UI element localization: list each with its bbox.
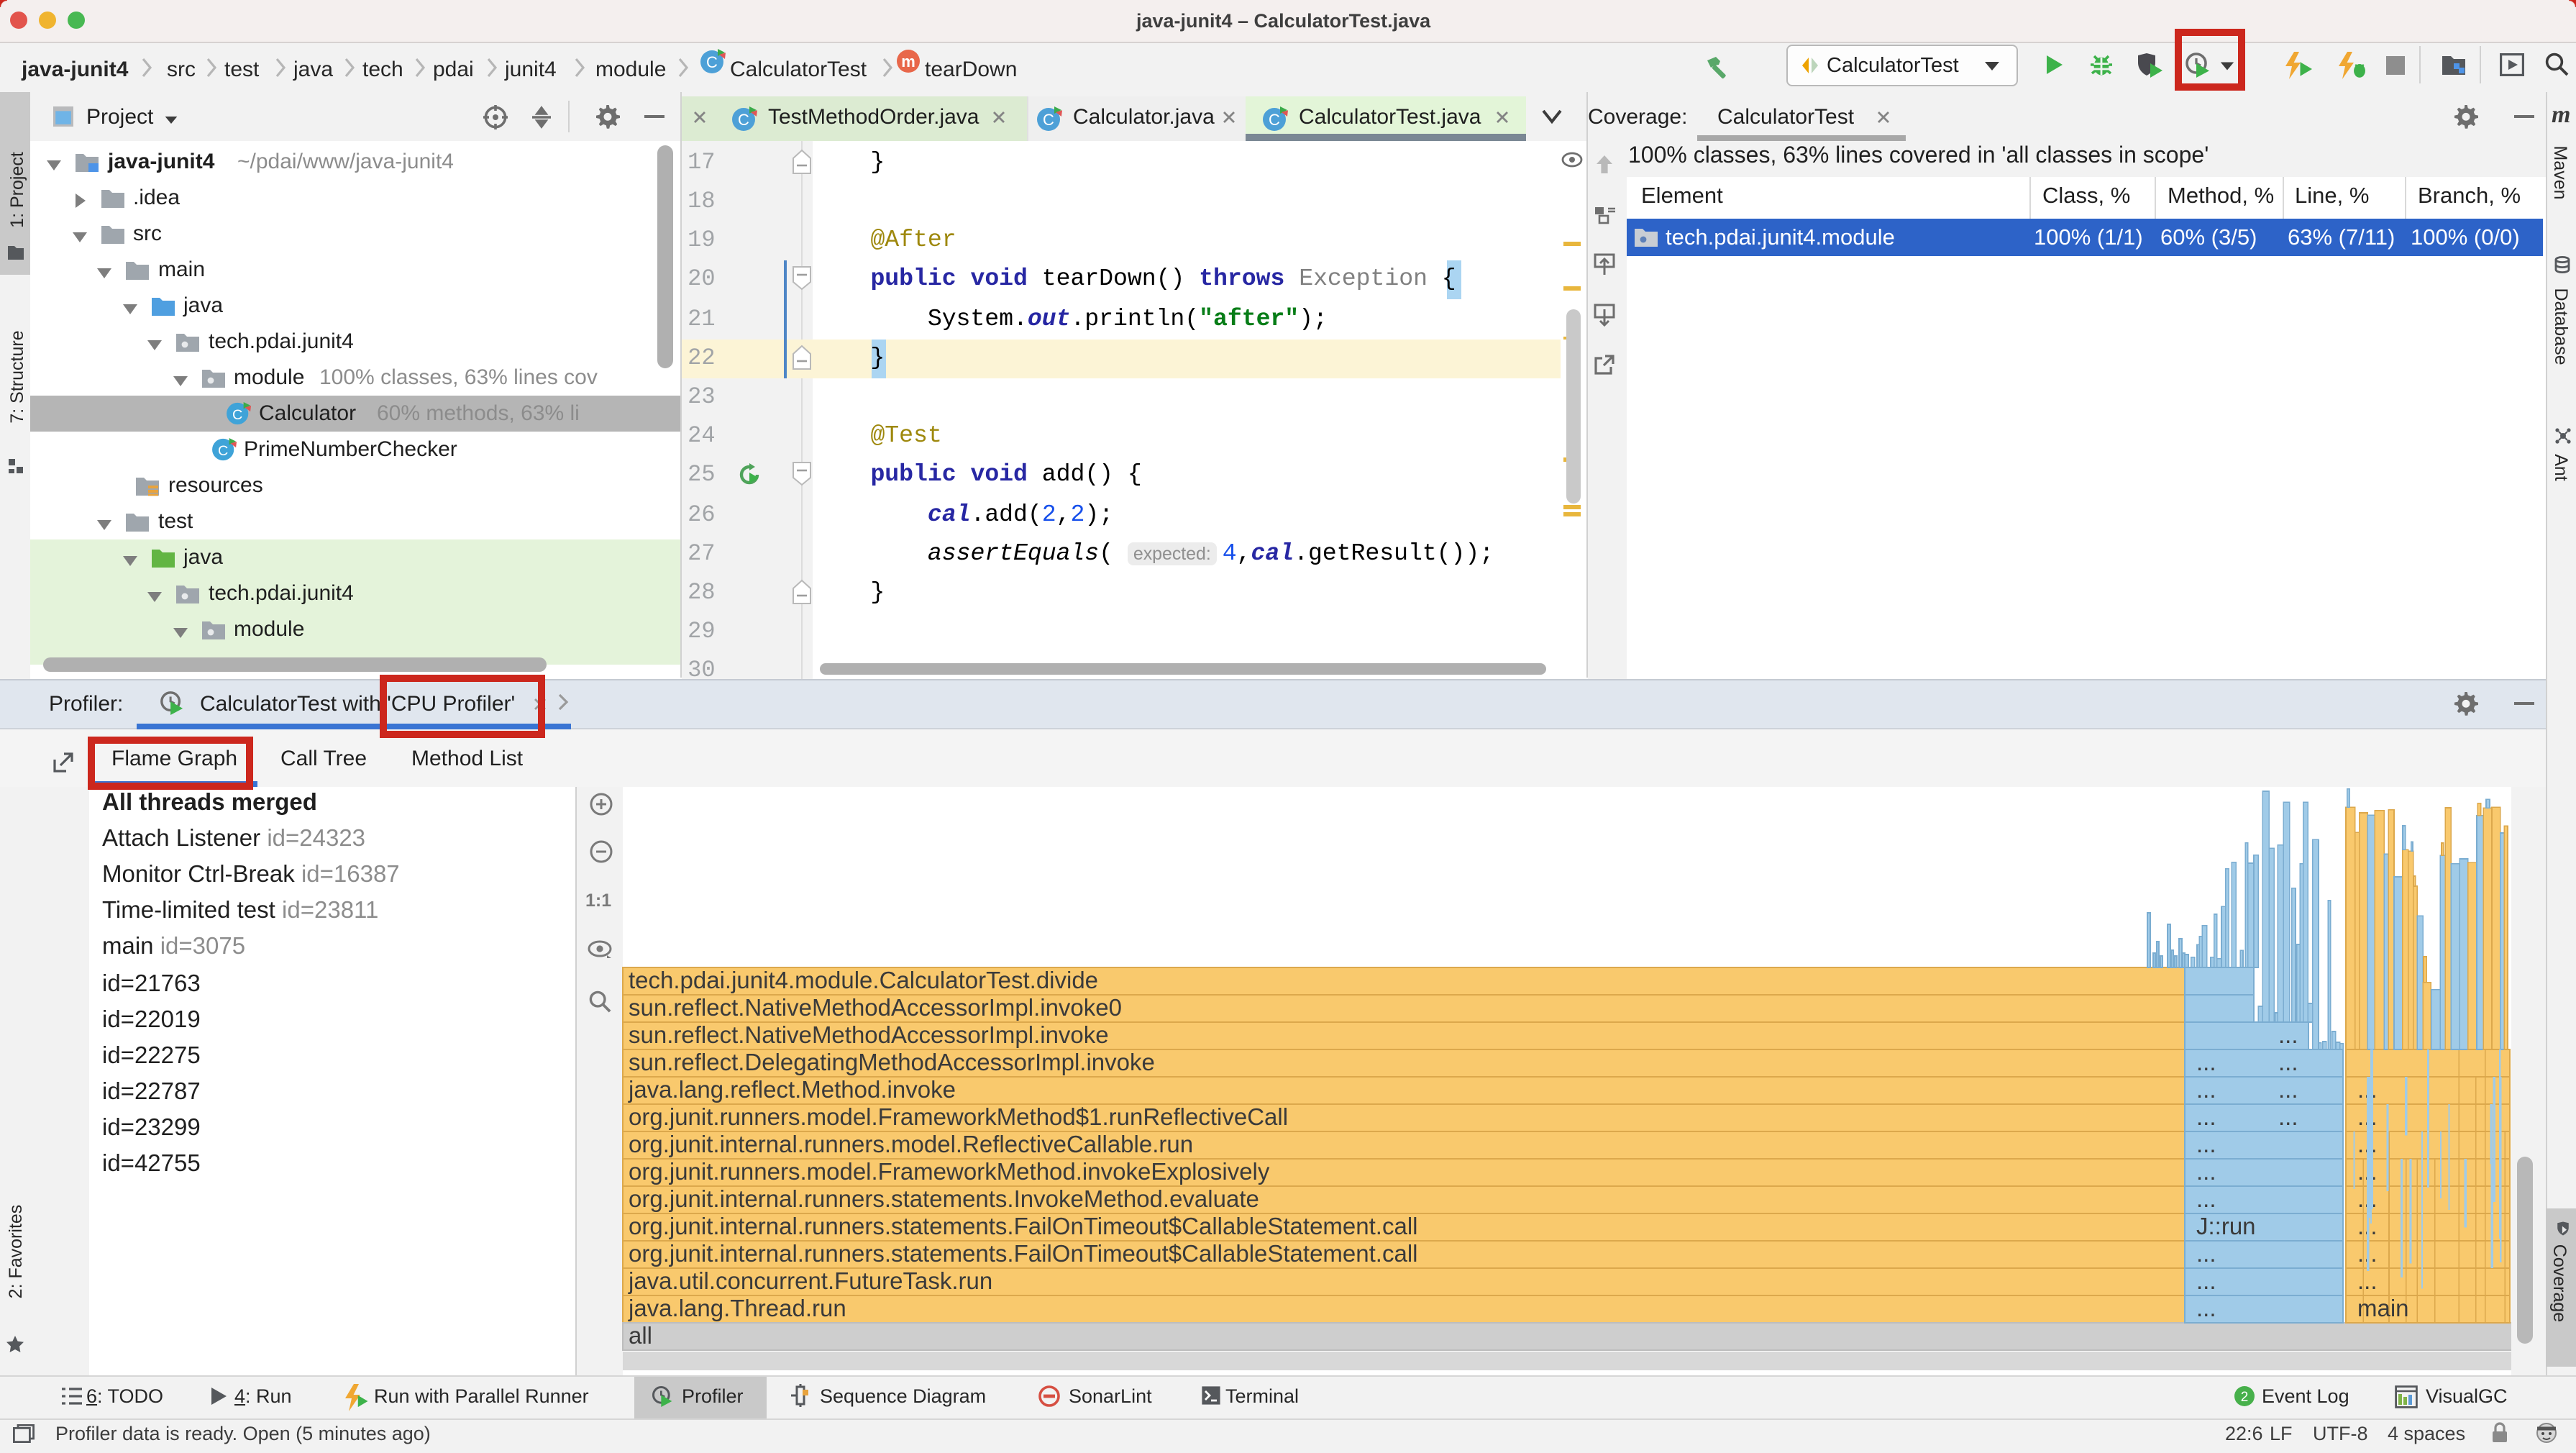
svg-text:...: ...: [2196, 1239, 2216, 1266]
svg-text:C: C: [232, 407, 242, 423]
svg-text:...: ...: [2278, 1103, 2298, 1129]
svg-text:java.lang.reflect.Method.invok: java.lang.reflect.Method.invoke: [627, 1075, 955, 1102]
svg-text:...: ...: [2196, 1185, 2216, 1211]
svg-text:...: ...: [2196, 1294, 2216, 1321]
svg-text:...: ...: [2196, 1267, 2216, 1293]
svg-text:C: C: [1043, 110, 1054, 128]
svg-text:C: C: [738, 110, 749, 128]
svg-text:main: main: [2357, 1294, 2408, 1321]
svg-text:...: ...: [2196, 1130, 2216, 1157]
svg-text:2: 2: [2241, 1390, 2249, 1405]
svg-text:J::run: J::run: [2196, 1212, 2255, 1239]
svg-text:org.junit.internal.runners.sta: org.junit.internal.runners.statements.In…: [628, 1185, 1259, 1211]
svg-text:...: ...: [2278, 1075, 2298, 1102]
svg-text:java.lang.Thread.run: java.lang.Thread.run: [627, 1294, 846, 1321]
svg-text:tech.pdai.junit4.module.Calcul: tech.pdai.junit4.module.CalculatorTest.d…: [628, 966, 1097, 993]
svg-text:org.junit.internal.runners.mod: org.junit.internal.runners.model.Reflect…: [628, 1130, 1192, 1157]
svg-text:sun.reflect.NativeMethodAccess: sun.reflect.NativeMethodAccessorImpl.inv…: [628, 993, 1121, 1020]
svg-text:org.junit.runners.model.Framew: org.junit.runners.model.FrameworkMethod.…: [628, 1157, 1269, 1184]
svg-text:m: m: [901, 53, 915, 70]
svg-text:org.junit.runners.model.Framew: org.junit.runners.model.FrameworkMethod$…: [628, 1103, 1287, 1129]
svg-text:org.junit.internal.runners.sta: org.junit.internal.runners.statements.Fa…: [628, 1239, 1417, 1266]
svg-text:...: ...: [2196, 1103, 2216, 1129]
svg-text:...: ...: [2196, 1157, 2216, 1184]
svg-text:sun.reflect.DelegatingMethodAc: sun.reflect.DelegatingMethodAccessorImpl…: [628, 1048, 1154, 1075]
svg-text:...: ...: [2278, 1048, 2298, 1075]
svg-text:...: ...: [2278, 1021, 2298, 1047]
svg-text:org.junit.internal.runners.sta: org.junit.internal.runners.statements.Fa…: [628, 1212, 1417, 1239]
svg-text:all: all: [628, 1321, 652, 1348]
svg-text:sun.reflect.NativeMethodAccess: sun.reflect.NativeMethodAccessorImpl.inv…: [628, 1021, 1108, 1047]
svg-text:C: C: [706, 53, 718, 70]
svg-text:C: C: [1269, 110, 1280, 128]
svg-text:...: ...: [2196, 1048, 2216, 1075]
svg-text:...: ...: [2196, 1075, 2216, 1102]
svg-text:...: ...: [2357, 1267, 2377, 1293]
svg-text:java.util.concurrent.FutureTas: java.util.concurrent.FutureTask.run: [627, 1267, 992, 1293]
svg-text:C: C: [217, 443, 227, 459]
